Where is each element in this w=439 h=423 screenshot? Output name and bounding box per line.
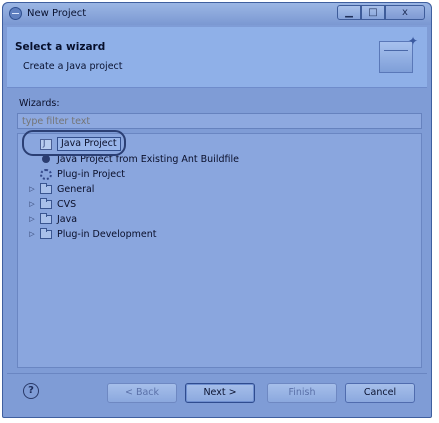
maximize-button[interactable]: □	[361, 5, 385, 20]
filter-input[interactable]	[17, 113, 422, 129]
next-button[interactable]: Next >	[185, 383, 255, 403]
help-icon[interactable]: ?	[23, 383, 39, 399]
plugin-project-icon	[40, 168, 52, 180]
expand-arrow-icon[interactable]: ▷	[28, 230, 36, 238]
window-title: New Project	[27, 8, 87, 19]
minimize-button[interactable]: ▁	[337, 5, 361, 20]
expand-arrow-icon[interactable]: ▷	[28, 200, 36, 208]
tree-item-plugin-development[interactable]: ▷ Plug-in Development	[28, 227, 156, 241]
back-button[interactable]: < Back	[107, 383, 177, 403]
tree-item-label: Plug-in Project	[57, 168, 126, 180]
wizard-tree[interactable]: Java Project Java Project from Existing …	[17, 133, 422, 368]
window-controls: ▁ □ x	[337, 5, 425, 20]
tree-item-java[interactable]: ▷ Java	[28, 212, 77, 226]
title-bar[interactable]: New Project ▁ □ x	[3, 3, 431, 25]
tree-item-cvs[interactable]: ▷ CVS	[28, 197, 76, 211]
wizards-label: Wizards:	[19, 98, 60, 109]
header-title: Select a wizard	[15, 41, 106, 53]
folder-icon	[40, 213, 52, 224]
folder-icon	[40, 198, 52, 209]
wizard-header: Select a wizard Create a Java project	[7, 27, 427, 88]
tree-item-plugin-project[interactable]: Plug-in Project	[28, 167, 125, 181]
eclipse-icon	[9, 7, 22, 20]
close-button[interactable]: x	[385, 5, 425, 20]
folder-icon	[40, 183, 52, 194]
expand-arrow-icon[interactable]: ▷	[28, 215, 36, 223]
wizard-banner-icon	[379, 34, 418, 73]
tree-item-label: Plug-in Development	[57, 228, 157, 240]
tree-item-label: Java	[57, 213, 78, 225]
highlight-circle	[22, 130, 126, 156]
cancel-button[interactable]: Cancel	[345, 383, 415, 403]
finish-button[interactable]: Finish	[267, 383, 337, 403]
folder-icon	[40, 228, 52, 239]
tree-item-label: CVS	[57, 198, 77, 210]
tree-item-general[interactable]: ▷ General	[28, 182, 94, 196]
expand-arrow-icon[interactable]: ▷	[28, 185, 36, 193]
new-project-dialog: New Project ▁ □ x Select a wizard Create…	[2, 2, 432, 418]
header-subtitle: Create a Java project	[23, 61, 123, 72]
tree-item-label: General	[57, 183, 95, 195]
divider	[7, 373, 427, 374]
